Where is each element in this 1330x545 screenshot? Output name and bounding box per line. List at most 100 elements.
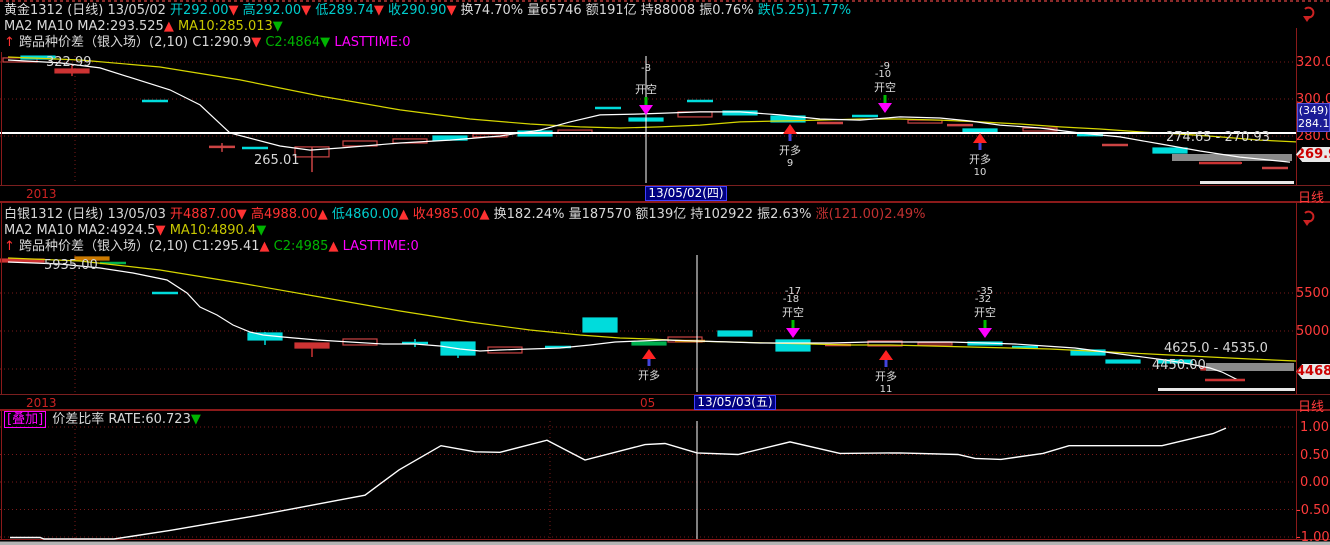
ratio-header-row: [叠加] 价差比率 RATE:60.723▼: [4, 412, 201, 428]
header-segment: ▼: [156, 223, 170, 238]
sell-marker-stem: [984, 320, 987, 328]
silver-last-price-tag: 4468: [1296, 364, 1330, 379]
header-segment: C1:290.9: [192, 35, 251, 50]
header-segment: ▲: [318, 207, 332, 222]
sell-marker-stem: [884, 95, 887, 103]
silver-crosshair-date: 13/05/03(五): [694, 395, 776, 410]
price-annotation: 274.65 - 270.93: [1166, 130, 1270, 145]
silver-date-axis[interactable]: 2013 05 13/05/03(五) 日线: [0, 394, 1330, 411]
buy-marker-stem: [789, 134, 792, 141]
gold-header-row-quote: 黄金1312 (日线) 13/05/02 开292.00▼ 高292.00▼ 低…: [4, 3, 851, 19]
buy-marker-stem: [885, 360, 888, 367]
header-segment: 额191亿: [586, 3, 641, 18]
header-segment: ▼: [446, 3, 460, 18]
header-segment: ▼: [251, 35, 265, 50]
price-annotation: 4450.00: [1152, 358, 1206, 373]
candle-body: [918, 343, 952, 345]
buy-marker: [783, 124, 797, 134]
price-annotation: 5935.00: [44, 258, 98, 273]
buy-marker-stem: [648, 359, 651, 366]
silver-ytick-5500: 5500: [1296, 286, 1329, 301]
candle-body: [718, 331, 752, 336]
header-segment: ▼: [273, 19, 283, 34]
ratio-ytick-1: 1.00: [1296, 420, 1329, 435]
price-annotation: 265.01: [254, 153, 300, 168]
white-segment: [1158, 388, 1295, 391]
silver-header-row-quote: 白银1312 (日线) 13/05/03 开4887.00▼ 高4988.00▲…: [4, 207, 926, 223]
header-segment: 高4988.00: [251, 207, 318, 222]
header-segment: 振0.76%: [699, 3, 757, 18]
header-segment: 量187570: [569, 207, 636, 222]
price-annotation: 4625.0 - 4535.0: [1164, 341, 1268, 356]
gold-year-label: 2013: [26, 187, 57, 201]
signal-number: 11: [880, 384, 893, 394]
silver-header-row-ma: MA2 MA10 MA2:4924.5▼ MA10:4890.4▼: [4, 223, 266, 239]
trading-terminal: 黄金1312 (日线) 13/05/02 开292.00▼ 高292.00▼ 低…: [0, 0, 1330, 545]
gold-scroll-arrow-icon[interactable]: [1302, 6, 1318, 24]
header-segment: 量65746: [527, 3, 586, 18]
range-highlight-bar: [1206, 363, 1294, 371]
silver-period-label[interactable]: 日线: [1298, 396, 1324, 415]
signal-number: -18: [783, 294, 799, 305]
signal-number: 10: [974, 167, 987, 178]
sell-marker-stem: [792, 320, 795, 328]
sell-marker-stem: [645, 97, 648, 105]
header-segment: 跨品种价差（银入场）(2,10): [19, 35, 192, 50]
signal-number: 9: [787, 158, 793, 169]
header-segment: 开4887.00: [170, 207, 237, 222]
buy-marker: [973, 133, 987, 143]
ratio-chart-canvas[interactable]: [0, 411, 1296, 540]
gold-ytick-320: 320.0: [1296, 55, 1329, 70]
ratio-ytick-0: 0.00: [1296, 475, 1329, 490]
signal-number: -32: [975, 294, 991, 305]
open-long-label: 开多: [638, 368, 660, 382]
bottom-scrollbar[interactable]: [0, 541, 1330, 545]
header-segment: ▼: [256, 223, 266, 238]
header-segment: 黄金1312 (日线): [4, 3, 108, 18]
sell-marker: [786, 328, 800, 338]
candle-body: [295, 343, 329, 348]
gold-date-axis[interactable]: 2013 13/05/02(四) 日线: [0, 185, 1330, 203]
gold-period-label[interactable]: 日线: [1298, 187, 1324, 206]
header-segment: ▼: [374, 3, 388, 18]
silver-year-label: 2013: [26, 396, 57, 410]
header-segment: 跌(5.25)1.77%: [758, 3, 851, 18]
silver-ytick-5000: 5000: [1296, 324, 1329, 339]
header-segment: ↑: [4, 239, 19, 254]
header-segment: ▲: [328, 239, 342, 254]
header-segment: 开292.00: [170, 3, 229, 18]
open-long-label: 开多: [779, 143, 801, 157]
header-segment: C2:4985: [274, 239, 329, 254]
header-segment: 振2.63%: [757, 207, 815, 222]
signal-number: -10: [875, 69, 891, 80]
header-segment: 价差比率: [48, 412, 108, 427]
sell-marker: [878, 103, 892, 113]
header-segment: MA2 MA10: [4, 223, 77, 238]
red-segment: [1200, 162, 1242, 164]
open-long-label: 开多: [875, 369, 897, 383]
candle-body: [1106, 360, 1140, 363]
header-segment: 换74.70%: [461, 3, 528, 18]
header-segment: ↑: [4, 35, 19, 50]
ratio-ytick-m05: -0.50: [1296, 503, 1329, 518]
signal-number: -8: [641, 63, 651, 74]
header-segment: ▲: [164, 19, 178, 34]
header-segment: LASTTIME:0: [343, 239, 419, 254]
white-segment: [1200, 181, 1294, 184]
header-segment: MA2 MA10: [4, 19, 77, 34]
silver-scroll-arrow-icon[interactable]: [1302, 210, 1318, 228]
header-segment: 低289.74: [315, 3, 374, 18]
header-segment: 收4985.00: [413, 207, 480, 222]
open-short-label: 开空: [874, 80, 896, 94]
buy-marker: [642, 349, 656, 359]
gold-crosshair-date: 13/05/02(四): [645, 186, 727, 201]
header-segment: 收290.90: [388, 3, 447, 18]
header-segment: C2:4864: [265, 35, 320, 50]
candle-body: [632, 342, 666, 345]
header-segment: MA2:4924.5: [77, 223, 155, 238]
ratio-ytick-05: 0.50: [1296, 448, 1329, 463]
header-segment: 低4860.00: [332, 207, 399, 222]
header-segment: [叠加]: [4, 411, 46, 428]
header-segment: ▼: [229, 3, 243, 18]
open-short-label: 开空: [635, 82, 657, 96]
